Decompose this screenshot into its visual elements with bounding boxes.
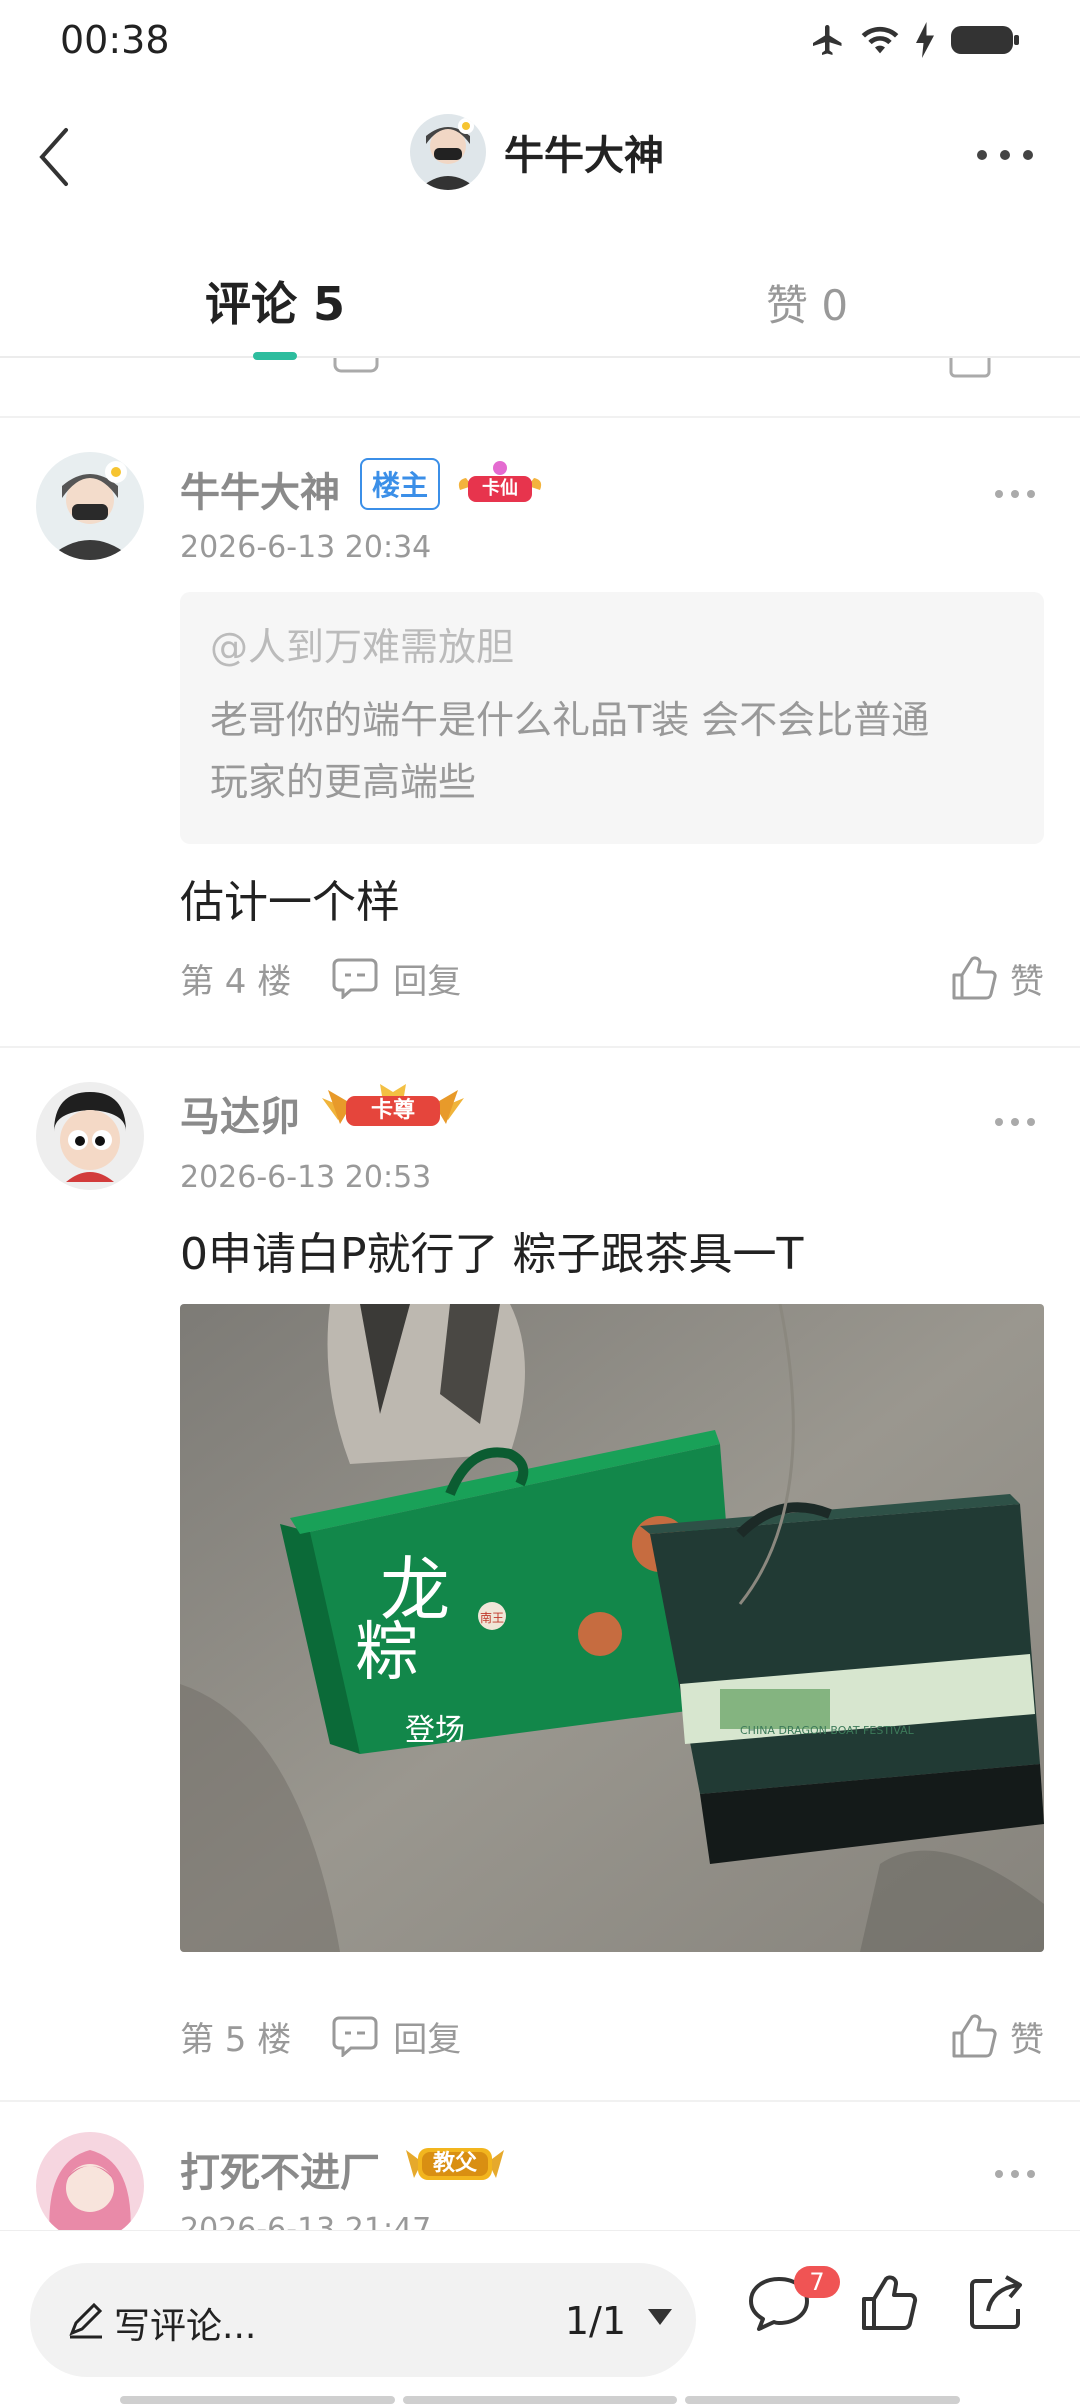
tab-bar: 评论 5 赞 0 — [0, 248, 1080, 360]
svg-text:南王: 南王 — [480, 1610, 504, 1625]
comment-input[interactable]: 写评论... 1/1 — [30, 2263, 696, 2377]
thumbs-up-icon — [952, 2014, 997, 2058]
status-time: 00:38 — [60, 18, 170, 62]
reply-button[interactable]: 回复 — [331, 2012, 461, 2061]
svg-text:粽: 粽 — [355, 1616, 419, 1690]
comment-username[interactable]: 打死不进厂 — [180, 2140, 380, 2198]
top-nav: 牛牛大神 — [0, 100, 1080, 212]
comment-footer: 第 4 楼 回复 赞 — [180, 948, 1044, 1008]
like-button[interactable]: 赞 — [950, 954, 1044, 1003]
more-dots-icon — [995, 490, 1035, 498]
svg-text:登场: 登场 — [405, 1713, 465, 1748]
floor-number: 第 4 楼 — [180, 961, 292, 1002]
back-button[interactable] — [24, 122, 94, 192]
comment-date: 2026-6-13 20:53 — [180, 1160, 432, 1195]
more-button[interactable] — [970, 140, 1040, 170]
comment-text: 0申请白P就行了 粽子跟茶具一T — [180, 1229, 804, 1280]
previous-comment-footer — [0, 358, 1080, 418]
header-avatar — [410, 114, 486, 190]
battery-icon — [951, 26, 1019, 54]
wifi-icon — [861, 26, 899, 54]
comment-item: 牛牛大神 楼主 卡仙 2026-6-13 20:34 @人到万难需放胆 老哥你的… — [0, 420, 1080, 1046]
svg-text:CHINA DRAGON BOAT FESTIVAL: CHINA DRAGON BOAT FESTIVAL — [740, 1724, 915, 1737]
comment-more-button[interactable] — [990, 2164, 1040, 2184]
user-badges: 楼主 卡仙 — [360, 458, 546, 510]
comment-photo[interactable]: 龙 粽 登场 南王 CHINA DRAGON BOAT FESTIVAL — [180, 1304, 1044, 1952]
comment-more-button[interactable] — [990, 484, 1040, 504]
user-badges: 卡尊 — [318, 1080, 468, 1132]
tab-comments[interactable]: 评论 5 — [205, 268, 345, 334]
header-user[interactable]: 牛牛大神 — [410, 114, 664, 190]
page-indicator[interactable]: 1/1 — [565, 2299, 626, 2343]
airplane-icon — [813, 25, 842, 55]
thumbs-up-icon — [949, 358, 991, 378]
quoted-text-line1: 老哥你的端午是什么礼品T装 会不会比普通 — [210, 698, 930, 742]
comment-avatar[interactable] — [36, 452, 144, 560]
quoted-username: @人到万难需放胆 — [210, 625, 515, 669]
tab-likes[interactable]: 赞 0 — [766, 272, 848, 333]
more-dots-icon — [995, 1118, 1035, 1126]
charging-icon — [916, 22, 934, 58]
comment-date: 2026-6-13 20:34 — [180, 530, 432, 565]
reply-icon — [332, 2016, 378, 2057]
quoted-text-line2: 玩家的更高端些 — [210, 760, 477, 804]
comment-item: 打死不进厂 教父 2026-6-13 21:47 — [0, 2102, 1080, 2230]
comment-more-button[interactable] — [990, 1112, 1040, 1132]
quoted-comment[interactable]: @人到万难需放胆 老哥你的端午是什么礼品T装 会不会比普通 玩家的更高端些 — [180, 592, 1044, 844]
comment-item: 马达卯 卡尊 2026-6-13 20:53 0申请白P就行了 粽子跟茶具一T — [0, 1048, 1080, 2100]
caret-down-icon[interactable] — [646, 2307, 674, 2327]
comment-count-badge: 7 — [794, 2266, 840, 2298]
comment-avatar[interactable] — [36, 2132, 144, 2230]
reply-button[interactable]: 回复 — [331, 954, 461, 1003]
floor-number: 第 5 楼 — [180, 2019, 292, 2060]
reply-icon — [332, 958, 378, 999]
home-indicator[interactable] — [120, 2396, 961, 2404]
comment-text: 估计一个样 — [180, 877, 400, 928]
comment-footer: 第 5 楼 回复 赞 — [180, 2006, 1044, 2066]
like-button[interactable]: 赞 — [950, 2012, 1044, 2061]
level-badge: 卡仙 — [454, 460, 546, 508]
pen-icon — [69, 2302, 103, 2339]
more-dots-icon — [995, 2170, 1035, 2178]
thumbs-up-icon — [952, 956, 997, 1000]
comment-username[interactable]: 牛牛大神 — [180, 460, 340, 518]
user-badges: 教父 — [402, 2138, 508, 2186]
page-title: 牛牛大神 — [504, 133, 664, 179]
reply-icon — [333, 358, 379, 373]
status-bar: 00:38 — [0, 0, 1080, 84]
more-dots-icon — [977, 150, 1033, 160]
chevron-left-icon — [39, 128, 68, 186]
level-badge: 卡尊 — [318, 1080, 468, 1132]
comment-input-placeholder: 写评论... — [114, 2306, 257, 2347]
owner-badge: 楼主 — [360, 458, 441, 510]
level-badge: 教父 — [402, 2138, 508, 2186]
photo-gift-boxes: 龙 粽 登场 南王 CHINA DRAGON BOAT FESTIVAL — [180, 1304, 1044, 1952]
comment-avatar[interactable] — [36, 1082, 144, 1190]
share-icon[interactable] — [966, 2273, 1026, 2333]
thumbs-up-icon[interactable] — [858, 2273, 918, 2333]
bottom-bar: 写评论... 1/1 — [0, 2230, 1080, 2408]
status-icons — [810, 22, 1020, 58]
comment-date: 2026-6-13 21:47 — [180, 2212, 432, 2230]
comment-username[interactable]: 马达卯 — [180, 1084, 300, 1142]
